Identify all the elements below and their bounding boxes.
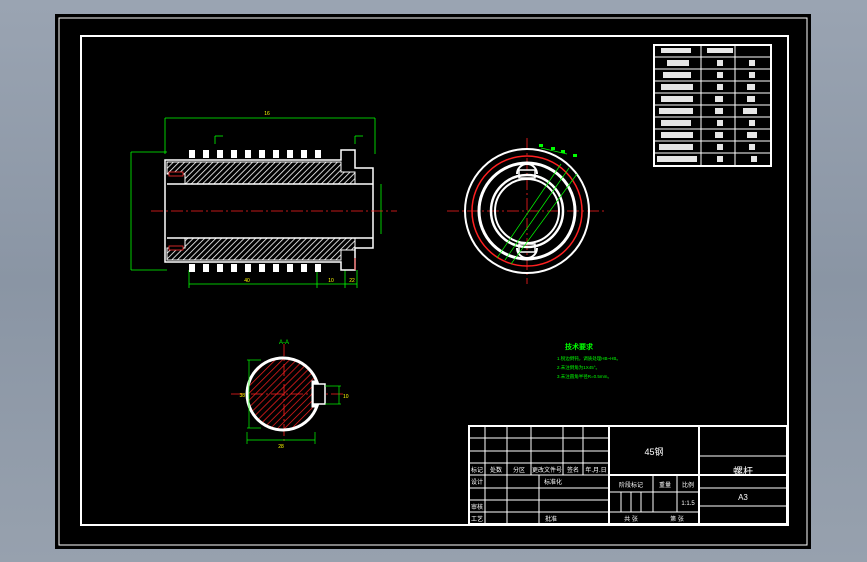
header-date: 年.月.日 (585, 466, 606, 474)
sheet-size: A3 (738, 493, 748, 502)
header-signature: 签名 (567, 466, 579, 474)
section-a-a: A-A 38 28 10 (231, 340, 349, 450)
scale-value: 1:1.5 (681, 501, 695, 507)
parameter-table (653, 44, 772, 167)
header-change-doc: 更改文件号 (532, 466, 562, 474)
part-name: 螺杆 (733, 466, 753, 478)
label-review: 审核 (471, 503, 483, 511)
header-mark: 标记 (471, 466, 483, 474)
label-weight: 重量 (659, 481, 671, 489)
technical-requirements: 技术要求 1.锐边倒钝，调质处理HB~HB。 2.未注倒角为1X45°。 3.未… (557, 342, 621, 380)
label-approve: 批准 (545, 515, 557, 523)
label-scale: 比例 (682, 481, 694, 489)
label-standardize: 标准化 (544, 478, 562, 486)
screw-end-view (447, 138, 607, 284)
label-process: 工艺 (471, 515, 483, 523)
tech-req-item: 3.未注圆角半径R=0.5mm。 (557, 373, 612, 380)
label-design: 设计 (471, 478, 483, 486)
dim-mid-bottom: 10 (328, 278, 334, 284)
dim-key-width: 10 (343, 394, 349, 400)
material-value: 45钢 (644, 446, 663, 457)
label-total-sheets: 共 张 (624, 515, 638, 523)
dim-overall-length: 16 (264, 111, 270, 117)
dim-section-width: 28 (278, 444, 284, 450)
header-zone: 分区 (513, 466, 525, 474)
dim-section-height: 38 (239, 393, 245, 399)
dim-left-bottom: 40 (244, 278, 250, 284)
dim-right-bottom: 22 (349, 278, 355, 284)
drawing-canvas: 16 40 10 22 A-A 38 28 10 技术要求 1.锐边倒钝，调质处… (55, 14, 811, 549)
tech-req-item: 2.未注倒角为1X45°。 (557, 364, 600, 371)
screw-side-view: 16 40 10 22 (130, 111, 397, 288)
title-block: 标记 处数 分区 更改文件号 签名 年.月.日 设计 标准化 审核 工艺 批准 … (468, 425, 788, 525)
tech-req-item: 1.锐边倒钝，调质处理HB~HB。 (557, 355, 621, 362)
overall-length-dimension: 16 (264, 111, 270, 117)
header-count: 处数 (490, 466, 502, 474)
tech-req-title: 技术要求 (565, 342, 594, 351)
label-sheet-no: 第 张 (670, 515, 684, 523)
outer-border (58, 17, 808, 546)
drawing-sheet: 16 40 10 22 A-A 38 28 10 技术要求 1.锐边倒钝，调质处… (58, 17, 808, 546)
label-stage-mark: 阶段标记 (619, 481, 643, 489)
